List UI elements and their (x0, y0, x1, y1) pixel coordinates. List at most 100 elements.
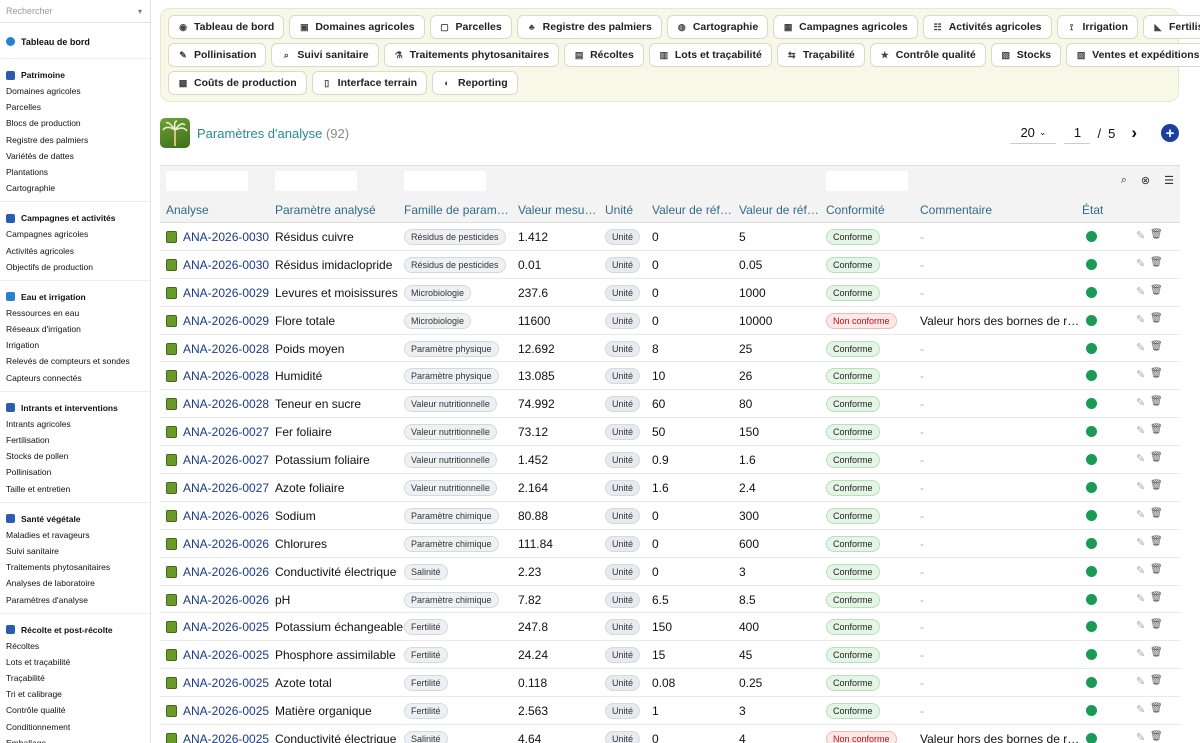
sidebar-item[interactable]: Cartographie (0, 180, 150, 196)
column-header[interactable]: Valeur de réf… (739, 203, 819, 217)
table-row[interactable]: ANA-2026-0029 Levures et moisissures Micro… (160, 279, 1180, 307)
sidebar-item[interactable]: Pollinisation (0, 464, 150, 480)
sidebar-item[interactable]: Conditionnement (0, 719, 150, 735)
edit-icon[interactable]: ✎ (1136, 341, 1145, 354)
analysis-code[interactable]: ANA-2026-0028 (183, 397, 269, 411)
column-header[interactable]: Famille de param… (404, 203, 509, 217)
table-row[interactable]: ANA-2026-0026 Sodium Paramètre chimique 80.… (160, 502, 1180, 530)
module-button[interactable]: ◍ Cartographie (666, 15, 769, 39)
table-row[interactable]: ANA-2026-0027 Azote foliaire Valeur nutrit… (160, 474, 1180, 502)
sidebar-item-dashboard[interactable]: Tableau de bord (0, 33, 150, 59)
sidebar-item[interactable]: Lots et traçabilité (0, 654, 150, 670)
analysis-code[interactable]: ANA-2026-0030 (183, 230, 269, 244)
edit-icon[interactable]: ✎ (1136, 731, 1145, 743)
table-row[interactable]: ANA-2026-0027 Potassium foliaire Valeur nu… (160, 446, 1180, 475)
add-record-button[interactable]: + (1161, 124, 1179, 142)
delete-icon[interactable]: 🗑 (1150, 424, 1163, 435)
table-row[interactable]: ANA-2026-0030 Résidus imidaclopride Résidu… (160, 251, 1180, 279)
delete-icon[interactable]: 🗑 (1150, 257, 1163, 268)
analysis-code[interactable]: ANA-2026-0027 (183, 481, 269, 495)
edit-icon[interactable]: ✎ (1136, 257, 1145, 270)
edit-icon[interactable]: ✎ (1136, 619, 1145, 632)
delete-icon[interactable]: 🗑 (1150, 452, 1163, 463)
sidebar-item[interactable]: Analyses de laboratoire (0, 575, 150, 591)
module-button[interactable]: ▥ Lots et traçabilité (648, 43, 772, 67)
sidebar-item[interactable]: Taille et entretien (0, 481, 150, 497)
table-row[interactable]: ANA-2026-0025 Conductivité électrique Sali… (160, 725, 1180, 743)
sidebar-item[interactable]: Variétés de dattes (0, 148, 150, 164)
analysis-code[interactable]: ANA-2026-0029 (183, 314, 269, 328)
module-button[interactable]: ▢ Parcelles (429, 15, 512, 39)
delete-icon[interactable]: 🗑 (1150, 564, 1163, 575)
sidebar-search-input[interactable]: Rechercher ▾ (0, 0, 150, 23)
filter-input-analyse[interactable] (166, 171, 248, 191)
edit-icon[interactable]: ✎ (1136, 647, 1145, 660)
table-row[interactable]: ANA-2026-0028 Teneur en sucre Valeur nutri… (160, 390, 1180, 419)
sidebar-item[interactable]: Tri et calibrage (0, 686, 150, 702)
column-header[interactable]: Analyse (166, 203, 209, 217)
delete-icon[interactable]: 🗑 (1150, 285, 1163, 296)
sidebar-group-title[interactable]: Eau et irrigation (0, 289, 150, 305)
sidebar-item[interactable]: Contrôle qualité (0, 702, 150, 718)
next-page-icon[interactable]: › (1131, 123, 1137, 143)
sidebar-item[interactable]: Irrigation (0, 337, 150, 353)
sidebar-group-title[interactable]: Intrants et interventions (0, 400, 150, 416)
sidebar-item[interactable]: Récoltes (0, 638, 150, 654)
sidebar-item[interactable]: Registre des palmiers (0, 132, 150, 148)
edit-icon[interactable]: ✎ (1136, 675, 1145, 688)
column-header[interactable]: Unité (605, 203, 633, 217)
delete-icon[interactable]: 🗑 (1150, 592, 1163, 603)
column-header[interactable]: Conformité (826, 203, 885, 217)
edit-icon[interactable]: ✎ (1136, 313, 1145, 326)
module-button[interactable]: ⚗ Traitements phytosanitaires (383, 43, 560, 67)
sidebar-item[interactable]: Suivi sanitaire (0, 543, 150, 559)
page-size-select[interactable]: 20 ⌄ (1010, 122, 1057, 144)
column-header[interactable]: Valeur de réf… (652, 203, 732, 217)
module-button[interactable]: ☷ Activités agricoles (922, 15, 1052, 39)
column-header[interactable]: Commentaire (920, 203, 992, 217)
module-button[interactable]: ◉ Tableau de bord (168, 15, 285, 39)
column-header[interactable]: Paramètre analysé (275, 203, 376, 217)
delete-icon[interactable]: 🗑 (1150, 536, 1163, 547)
delete-icon[interactable]: 🗑 (1150, 508, 1163, 519)
table-row[interactable]: ANA-2026-0025 Potassium échangeable Fertil… (160, 613, 1180, 642)
analysis-code[interactable]: ANA-2026-0025 (183, 704, 269, 718)
edit-icon[interactable]: ✎ (1136, 368, 1145, 381)
analysis-code[interactable]: ANA-2026-0026 (183, 565, 269, 579)
search-icon[interactable]: ⌕ (1121, 174, 1127, 187)
sidebar-item[interactable]: Domaines agricoles (0, 83, 150, 99)
module-button[interactable]: ▤ Récoltes (564, 43, 644, 67)
module-button[interactable]: ⌕ Suivi sanitaire (271, 43, 379, 67)
module-button[interactable]: ♣ Registre des palmiers (516, 15, 662, 39)
delete-icon[interactable]: 🗑 (1150, 703, 1163, 714)
edit-icon[interactable]: ✎ (1136, 480, 1145, 493)
delete-icon[interactable]: 🗑 (1150, 647, 1163, 658)
sidebar-item[interactable]: Activités agricoles (0, 243, 150, 259)
sidebar-item[interactable]: Traitements phytosanitaires (0, 559, 150, 575)
module-button[interactable]: ⇆ Traçabilité (776, 43, 865, 67)
analysis-code[interactable]: ANA-2026-0029 (183, 286, 269, 300)
sidebar-item[interactable]: Relevés de compteurs et sondes (0, 353, 150, 369)
edit-icon[interactable]: ✎ (1136, 229, 1145, 242)
table-row[interactable]: ANA-2026-0030 Résidus cuivre Résidus de pe… (160, 223, 1180, 251)
edit-icon[interactable]: ✎ (1136, 396, 1145, 409)
sidebar-group-title[interactable]: Patrimoine (0, 67, 150, 83)
module-button[interactable]: ⟟ Irrigation (1056, 15, 1139, 39)
analysis-code[interactable]: ANA-2026-0025 (183, 676, 269, 690)
delete-icon[interactable]: 🗑 (1150, 396, 1163, 407)
module-button[interactable]: ▣ Domaines agricoles (289, 15, 425, 39)
analysis-code[interactable]: ANA-2026-0025 (183, 732, 269, 743)
sidebar-item[interactable]: Objectifs de production (0, 259, 150, 275)
module-button[interactable]: ▧ Stocks (990, 43, 1062, 67)
edit-icon[interactable]: ✎ (1136, 508, 1145, 521)
delete-icon[interactable]: 🗑 (1150, 480, 1163, 491)
sidebar-item[interactable]: Emballage (0, 735, 150, 743)
sidebar-item[interactable]: Maladies et ravageurs (0, 527, 150, 543)
edit-icon[interactable]: ✎ (1136, 703, 1145, 716)
edit-icon[interactable]: ✎ (1136, 564, 1145, 577)
analysis-code[interactable]: ANA-2026-0028 (183, 342, 269, 356)
module-button[interactable]: ★ Contrôle qualité (869, 43, 986, 67)
sidebar-group-title[interactable]: Campagnes et activités (0, 210, 150, 226)
table-row[interactable]: ANA-2026-0025 Azote total Fertilité 0.118 Un… (160, 669, 1180, 698)
table-row[interactable]: ANA-2026-0028 Poids moyen Paramètre physiq… (160, 335, 1180, 363)
